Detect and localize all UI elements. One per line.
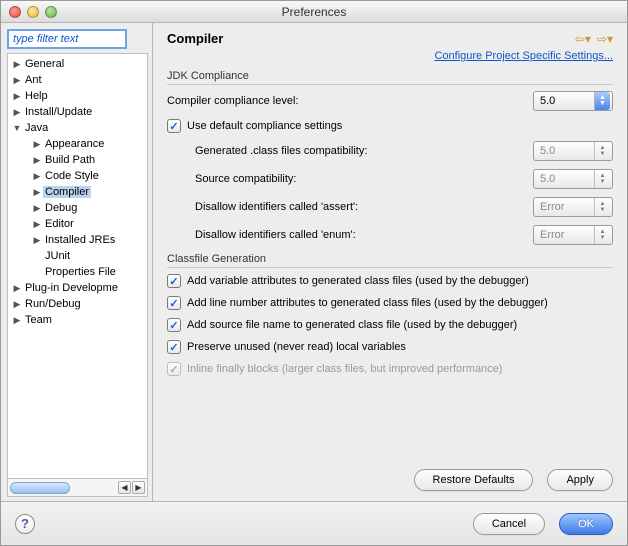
stepper-icon: ▲▼	[594, 92, 610, 110]
use-default-label: Use default compliance settings	[187, 120, 342, 132]
assert-select: Error ▲▼	[533, 197, 613, 217]
source-select: 5.0 ▲▼	[533, 169, 613, 189]
stepper-icon: ▲▼	[594, 170, 610, 188]
zoom-icon[interactable]	[45, 6, 57, 18]
scroll-right-icon[interactable]: ▶	[132, 481, 145, 494]
tree-item-help[interactable]: ▶Help	[8, 88, 147, 104]
ok-button[interactable]: OK	[559, 513, 613, 535]
tree-item-java[interactable]: ▼Java	[8, 120, 147, 136]
jdk-group-title: JDK Compliance	[167, 70, 613, 82]
tree-item-compiler[interactable]: ▶Compiler	[8, 184, 147, 200]
gen-class-label: Generated .class files compatibility:	[195, 145, 367, 157]
triangle-right-icon: ▶	[12, 59, 22, 70]
triangle-down-icon: ▼	[12, 123, 22, 133]
triangle-right-icon: ▶	[32, 139, 42, 150]
dialog-footer: ? Cancel OK	[1, 501, 627, 545]
tree-item-appearance[interactable]: ▶Appearance	[8, 136, 147, 152]
nav-forward-icon[interactable]: ⇨▾	[597, 32, 613, 46]
content-pane: Compiler ⇦▾ ⇨▾ Configure Project Specifi…	[153, 23, 627, 501]
tree-item-props[interactable]: Properties File	[8, 264, 147, 280]
triangle-right-icon: ▶	[12, 107, 22, 118]
scroll-left-icon[interactable]: ◀	[118, 481, 131, 494]
stepper-icon: ▲▼	[594, 226, 610, 244]
tree-item-team[interactable]: ▶Team	[8, 312, 147, 328]
source-label: Source compatibility:	[195, 173, 297, 185]
filter-input[interactable]	[7, 29, 127, 49]
help-icon[interactable]: ?	[15, 514, 35, 534]
preferences-window: Preferences ▶General ▶Ant ▶Help ▶Install…	[0, 0, 628, 546]
preserve-unused-label: Preserve unused (never read) local varia…	[187, 341, 406, 353]
window-body: ▶General ▶Ant ▶Help ▶Install/Update ▼Jav…	[1, 23, 627, 501]
triangle-right-icon: ▶	[32, 155, 42, 166]
window-controls	[9, 6, 57, 18]
scrollbar-thumb[interactable]	[10, 482, 70, 494]
use-default-checkbox[interactable]: ✓	[167, 119, 181, 133]
tree-item-codestyle[interactable]: ▶Code Style	[8, 168, 147, 184]
triangle-right-icon: ▶	[12, 315, 22, 326]
preserve-unused-checkbox[interactable]: ✓	[167, 340, 181, 354]
enum-label: Disallow identifiers called 'enum':	[195, 229, 356, 241]
gen-class-select: 5.0 ▲▼	[533, 141, 613, 161]
inline-finally-label: Inline finally blocks (larger class file…	[187, 363, 502, 375]
titlebar: Preferences	[1, 1, 627, 23]
source-file-checkbox[interactable]: ✓	[167, 318, 181, 332]
triangle-right-icon: ▶	[32, 171, 42, 182]
triangle-right-icon: ▶	[12, 299, 22, 310]
triangle-right-icon: ▶	[32, 235, 42, 246]
enum-select: Error ▲▼	[533, 225, 613, 245]
compliance-select[interactable]: 5.0 ▲▼	[533, 91, 613, 111]
classfile-group-title: Classfile Generation	[167, 253, 613, 265]
triangle-right-icon: ▶	[32, 187, 42, 198]
source-file-label: Add source file name to generated class …	[187, 319, 517, 331]
triangle-right-icon: ▶	[12, 91, 22, 102]
compliance-label: Compiler compliance level:	[167, 95, 298, 107]
triangle-right-icon: ▶	[32, 219, 42, 230]
triangle-right-icon: ▶	[12, 283, 22, 294]
tree-view[interactable]: ▶General ▶Ant ▶Help ▶Install/Update ▼Jav…	[7, 53, 148, 479]
var-attr-checkbox[interactable]: ✓	[167, 274, 181, 288]
page-title: Compiler	[167, 31, 223, 46]
restore-defaults-button[interactable]: Restore Defaults	[414, 469, 534, 491]
content-header: Compiler ⇦▾ ⇨▾	[153, 23, 627, 50]
apply-button[interactable]: Apply	[547, 469, 613, 491]
tree-item-install[interactable]: ▶Install/Update	[8, 104, 147, 120]
nav-back-icon[interactable]: ⇦▾	[575, 32, 591, 46]
tree-item-debug[interactable]: ▶Debug	[8, 200, 147, 216]
inline-finally-checkbox: ✓	[167, 362, 181, 376]
tree-item-buildpath[interactable]: ▶Build Path	[8, 152, 147, 168]
tree-item-ant[interactable]: ▶Ant	[8, 72, 147, 88]
triangle-right-icon: ▶	[32, 203, 42, 214]
tree-item-plugin[interactable]: ▶Plug-in Developme	[8, 280, 147, 296]
horizontal-scrollbar[interactable]: ◀ ▶	[7, 479, 148, 497]
tree-item-jres[interactable]: ▶Installed JREs	[8, 232, 147, 248]
tree-item-editor[interactable]: ▶Editor	[8, 216, 147, 232]
cancel-button[interactable]: Cancel	[473, 513, 545, 535]
tree-item-junit[interactable]: JUnit	[8, 248, 147, 264]
var-attr-label: Add variable attributes to generated cla…	[187, 275, 529, 287]
close-icon[interactable]	[9, 6, 21, 18]
stepper-icon: ▲▼	[594, 142, 610, 160]
assert-label: Disallow identifiers called 'assert':	[195, 201, 358, 213]
tree-item-general[interactable]: ▶General	[8, 56, 147, 72]
minimize-icon[interactable]	[27, 6, 39, 18]
sidebar: ▶General ▶Ant ▶Help ▶Install/Update ▼Jav…	[1, 23, 153, 501]
triangle-right-icon: ▶	[12, 75, 22, 86]
tree-item-rundebug[interactable]: ▶Run/Debug	[8, 296, 147, 312]
line-num-checkbox[interactable]: ✓	[167, 296, 181, 310]
configure-project-link[interactable]: Configure Project Specific Settings...	[434, 50, 613, 62]
stepper-icon: ▲▼	[594, 198, 610, 216]
window-title: Preferences	[1, 5, 627, 19]
line-num-label: Add line number attributes to generated …	[187, 297, 548, 309]
